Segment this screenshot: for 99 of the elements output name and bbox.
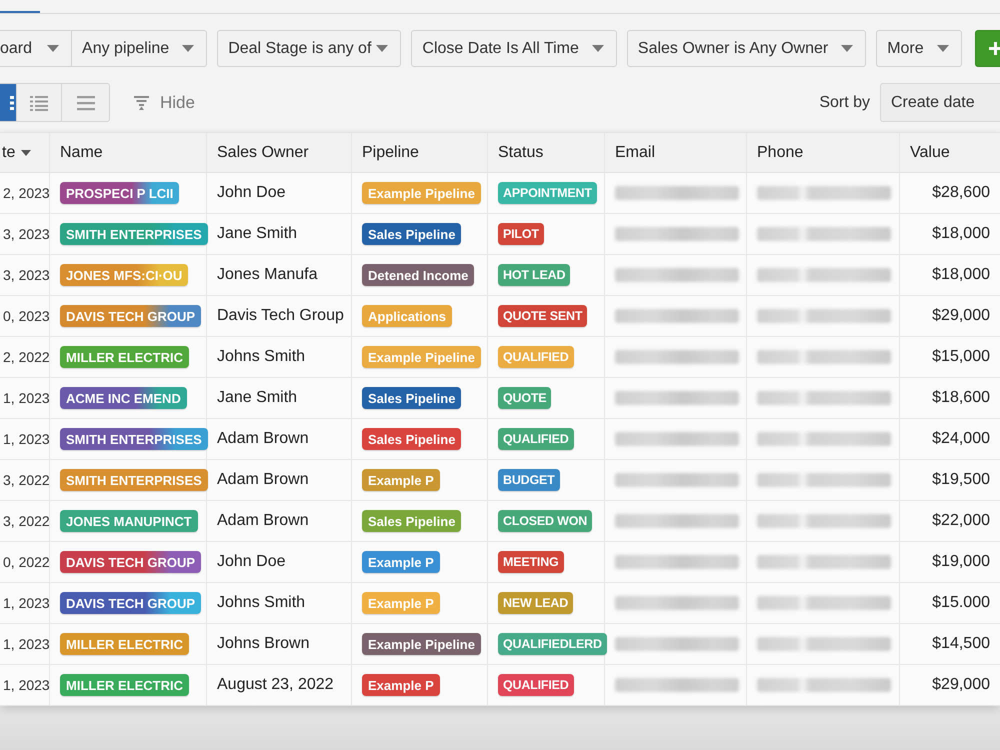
pipeline-tag: Detened Income <box>362 264 474 286</box>
status-tag: QUALIFIEDLERD <box>498 633 607 655</box>
date-cell: 0, 2022 <box>3 554 50 570</box>
column-header[interactable]: Pipeline <box>362 144 419 162</box>
pipeline-tag: Example Pipeline <box>362 633 481 655</box>
filter-icon <box>134 96 149 110</box>
company-tag[interactable]: PROSPECI P LCII <box>60 182 180 204</box>
status-tag: NEW LEAD <box>498 592 574 614</box>
owner-cell: John Doe <box>217 553 286 571</box>
date-cell: 1, 2023 <box>3 595 50 611</box>
grid-icon <box>10 96 16 110</box>
status-tag: QUOTE SENT <box>498 305 588 327</box>
filter-dropdown[interactable]: Sales Owner is Any Owner <box>626 30 866 67</box>
value-cell: $24,000 <box>932 430 990 448</box>
pipeline-tag: Example Pipeline <box>362 182 481 204</box>
value-cell: $19,000 <box>932 553 990 571</box>
pipeline-tag: Example P <box>362 551 440 573</box>
status-tag: QUALIFIED <box>498 674 574 696</box>
owner-cell: Johns Smith <box>217 348 306 366</box>
value-cell: $18,000 <box>932 266 990 284</box>
owner-cell: Davis Tech Group <box>217 307 344 325</box>
owner-cell: Adam Brown <box>217 430 309 448</box>
filter-dropdown[interactable]: oard <box>0 30 72 67</box>
status-tag: APPOINTMENT <box>498 182 597 204</box>
owner-cell: Jane Smith <box>217 225 298 243</box>
status-tag: PILOT <box>498 223 544 245</box>
caret-icon <box>47 45 60 52</box>
value-cell: $18,600 <box>932 389 990 407</box>
value-cell: $29,000 <box>932 307 990 325</box>
list-icon <box>30 94 48 110</box>
caret-icon <box>841 45 854 52</box>
status-tag: MEETING <box>498 551 564 573</box>
status-tag: BUDGET <box>498 469 560 491</box>
status-tag: QUALIFIED <box>498 428 574 450</box>
status-tag: CLOSED WON <box>498 510 592 532</box>
pipeline-tag: Sales Pipeline <box>362 387 462 409</box>
lines-icon <box>76 94 94 110</box>
owner-cell: Jones Manufa <box>217 266 318 284</box>
status-tag: QUOTE <box>498 387 552 409</box>
value-cell: $14,500 <box>932 635 990 653</box>
value-cell: $15.000 <box>932 594 990 612</box>
filter-dropdown[interactable]: More <box>876 30 962 67</box>
date-cell: 1, 2023 <box>3 677 50 693</box>
pipeline-tag: Sales Pipeline <box>362 428 462 450</box>
date-cell: 2, 2022 <box>3 349 50 365</box>
pipeline-tag: Sales Pipeline <box>362 223 462 245</box>
company-tag[interactable]: SMITH ENTERPRISES <box>60 428 208 450</box>
pipeline-tag: Sales Pipeline <box>362 510 462 532</box>
caret-icon <box>936 45 949 52</box>
date-cell: 3, 2022 <box>3 472 50 488</box>
date-cell: 3, 2023 <box>3 226 50 242</box>
sort-label: Sort by <box>819 94 870 112</box>
column-header[interactable]: Value <box>910 144 950 162</box>
pipeline-tag: Example P <box>362 592 440 614</box>
caret-icon <box>376 45 388 52</box>
caret-icon <box>182 45 194 52</box>
column-header[interactable]: Email <box>615 144 656 162</box>
company-tag[interactable]: ACME INC EMEND <box>60 387 187 409</box>
date-cell: 1, 2023 <box>3 390 50 406</box>
status-tag: HOT LEAD <box>498 264 570 286</box>
date-cell: 2, 2023 <box>3 185 50 201</box>
owner-cell: Adam Brown <box>217 512 309 530</box>
column-header[interactable]: Phone <box>757 144 804 162</box>
pipeline-tag: Applications <box>362 305 452 327</box>
plus-icon <box>988 42 1000 55</box>
status-tag: QUALIFIED <box>498 346 574 368</box>
company-tag[interactable]: DAVIS TECH GROUP <box>60 592 202 614</box>
filter-dropdown[interactable]: Deal Stage is any of <box>217 30 402 67</box>
value-cell: $28,600 <box>932 184 990 202</box>
value-cell: $18,000 <box>932 225 990 243</box>
date-cell: 1, 2023 <box>3 431 50 447</box>
sort-select[interactable]: Create date <box>880 83 1000 122</box>
value-cell: $29,000 <box>932 676 990 694</box>
filter-dropdown[interactable]: Close Date Is All Time <box>411 30 617 67</box>
pipeline-tag: Example P <box>362 469 440 491</box>
owner-cell: Jane Smith <box>217 389 298 407</box>
column-header[interactable]: Sales Owner <box>217 144 309 162</box>
column-header[interactable]: te <box>2 144 16 162</box>
column-header[interactable]: Name <box>60 144 103 162</box>
value-cell: $15,000 <box>932 348 990 366</box>
owner-cell: August 23, 2022 <box>217 676 334 694</box>
date-cell: 0, 2023 <box>3 308 50 324</box>
owner-cell: Johns Smith <box>217 594 306 612</box>
owner-cell: Johns Brown <box>217 635 310 653</box>
date-cell: 3, 2022 <box>3 513 50 529</box>
hide-button[interactable]: Hide <box>134 92 195 112</box>
pipeline-tag: Example P <box>362 674 440 696</box>
filter-dropdown[interactable]: Any pipeline <box>72 30 208 67</box>
value-cell: $22,000 <box>932 512 990 530</box>
pipeline-tag: Example Pipeline <box>362 346 481 368</box>
date-cell: 1, 2023 <box>3 636 50 652</box>
owner-cell: John Doe <box>217 184 286 202</box>
column-header[interactable]: Status <box>498 144 544 162</box>
value-cell: $19,500 <box>932 471 990 489</box>
active-tab-underline <box>0 11 40 13</box>
date-cell: 3, 2023 <box>3 267 50 283</box>
view-toggle[interactable] <box>0 84 17 121</box>
owner-cell: Adam Brown <box>217 471 309 489</box>
caret-icon <box>592 45 604 52</box>
